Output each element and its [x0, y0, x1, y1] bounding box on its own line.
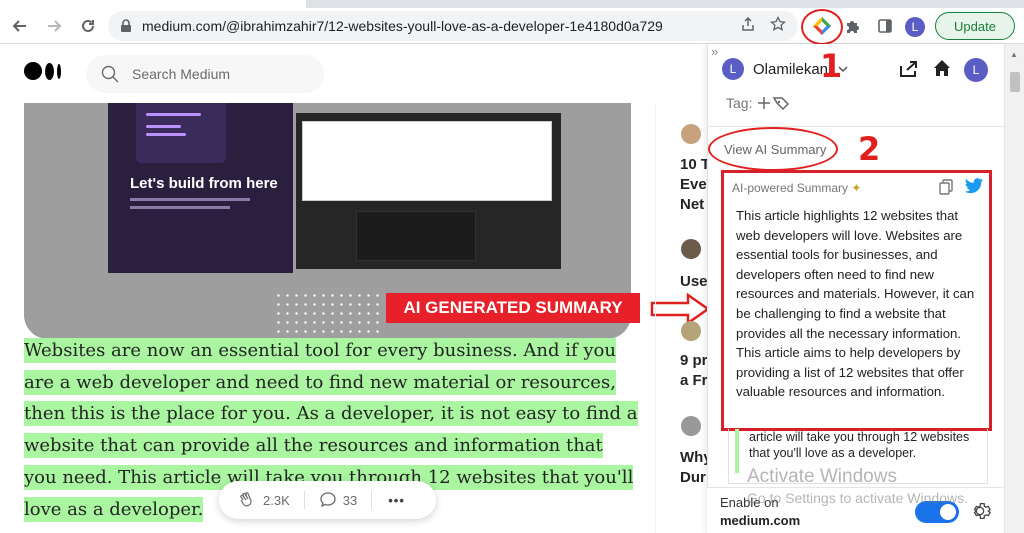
- mock-window-dark: [356, 211, 476, 261]
- comment-count: 33: [342, 492, 358, 508]
- extension-highlight-circle: [801, 9, 843, 45]
- url-text[interactable]: medium.com/@ibrahimzahir7/12-websites-yo…: [142, 18, 663, 34]
- highlight-preview-text: article will take you through 12 website…: [749, 430, 970, 460]
- windows-activation-watermark: Activate Windows Go to Settings to activ…: [747, 466, 968, 506]
- share-icon[interactable]: [738, 16, 758, 36]
- back-button[interactable]: [8, 14, 32, 38]
- panel-divider: [708, 126, 1005, 127]
- sidebar-author-avatar[interactable]: [681, 416, 701, 436]
- scroll-up-icon[interactable]: ▲: [1010, 50, 1018, 59]
- profile-avatar[interactable]: L: [905, 17, 925, 37]
- search-icon: [101, 65, 119, 83]
- summary-text: This article highlights 12 websites that…: [736, 208, 975, 400]
- address-bar[interactable]: medium.com/@ibrahimzahir7/12-websites-yo…: [108, 11, 798, 41]
- comment-button[interactable]: 33: [319, 491, 357, 509]
- highlight-color-bar: [735, 429, 739, 473]
- home-icon[interactable]: [932, 58, 952, 78]
- tag-label: Tag:: [726, 95, 753, 111]
- collapse-panel-icon[interactable]: »: [711, 44, 718, 59]
- enable-site-label: medium.com: [720, 513, 801, 528]
- sidebar-author-avatar[interactable]: [681, 321, 701, 341]
- reload-icon: [82, 19, 94, 32]
- page-scrollbar[interactable]: ▲: [1004, 44, 1024, 533]
- add-tag-icon[interactable]: [758, 95, 790, 111]
- sidebar-item[interactable]: 10 T Eve Net: [680, 155, 710, 215]
- mock-window: [302, 121, 552, 201]
- tab-strip: [0, 0, 1024, 8]
- ai-summary-card: AI-powered Summary ✦ This article highli…: [721, 170, 992, 431]
- annotation-number-2: 2: [858, 130, 881, 168]
- search-bar[interactable]: Search Medium: [86, 55, 324, 93]
- bookmark-star-icon[interactable]: [768, 15, 788, 36]
- puzzle-icon: [847, 21, 859, 33]
- account-avatar[interactable]: L: [964, 58, 988, 82]
- medium-logo[interactable]: [24, 62, 61, 80]
- comment-bubble-icon: [320, 492, 336, 508]
- arrow-right-icon: [48, 20, 62, 32]
- active-tab[interactable]: [0, 0, 306, 8]
- sidebar-divider: [655, 103, 656, 533]
- hero-subtext-line: [130, 198, 250, 201]
- update-button[interactable]: Update: [935, 12, 1015, 40]
- summary-heading: AI-powered Summary ✦: [732, 181, 862, 195]
- clap-hand-icon: [240, 492, 252, 507]
- sidebar-author-avatar[interactable]: [681, 239, 701, 259]
- sidebar-item[interactable]: 9 pr a Fr: [680, 351, 708, 391]
- hero-title: Let's build from here: [130, 175, 278, 192]
- action-divider: [303, 491, 305, 509]
- user-avatar: L: [722, 58, 744, 80]
- clap-count: 2.3K: [263, 492, 290, 508]
- sidebar-item[interactable]: Use: [680, 272, 708, 292]
- action-divider: [371, 491, 373, 509]
- user-name: Olamilekan: [753, 60, 829, 78]
- annotation-circle-view-ai: [708, 127, 838, 171]
- sidebar-author-avatar[interactable]: [681, 124, 701, 144]
- gear-icon[interactable]: [969, 500, 991, 522]
- browser-toolbar: medium.com/@ibrahimzahir7/12-websites-yo…: [0, 8, 1024, 45]
- annotation-number-1: 1: [820, 47, 843, 85]
- hero-dark-panel: Let's build from here: [108, 103, 293, 273]
- reload-button[interactable]: [76, 14, 100, 38]
- scrollbar-thumb[interactable]: [1010, 72, 1020, 92]
- lock-icon: [121, 19, 131, 32]
- hero-screenshot-mockup: [296, 113, 561, 269]
- forward-button[interactable]: [42, 14, 66, 38]
- twitter-share-icon[interactable]: [964, 178, 984, 195]
- more-options-button[interactable]: •••: [388, 493, 405, 508]
- side-panel-icon: [878, 19, 892, 33]
- side-panel-button[interactable]: [873, 14, 897, 38]
- arrow-left-icon: [12, 20, 26, 32]
- browser-window: medium.com/@ibrahimzahir7/12-websites-yo…: [0, 0, 1024, 533]
- article-action-bar: 2.3K 33 •••: [219, 481, 436, 519]
- copy-icon[interactable]: [938, 179, 954, 195]
- dots-pattern: [274, 291, 379, 335]
- search-placeholder: Search Medium: [132, 66, 231, 82]
- ai-summary-callout-label: AI GENERATED SUMMARY: [386, 293, 640, 323]
- callout-arrow-icon: [650, 293, 710, 325]
- tag-row: Tag:: [726, 95, 790, 111]
- sparkle-icon: ✦: [851, 181, 862, 195]
- extensions-puzzle-button[interactable]: [841, 14, 865, 38]
- clap-button[interactable]: 2.3K: [237, 490, 290, 510]
- open-external-icon[interactable]: [899, 60, 919, 78]
- hero-subtext-line: [130, 206, 230, 209]
- code-snippet-graphic: [136, 103, 226, 163]
